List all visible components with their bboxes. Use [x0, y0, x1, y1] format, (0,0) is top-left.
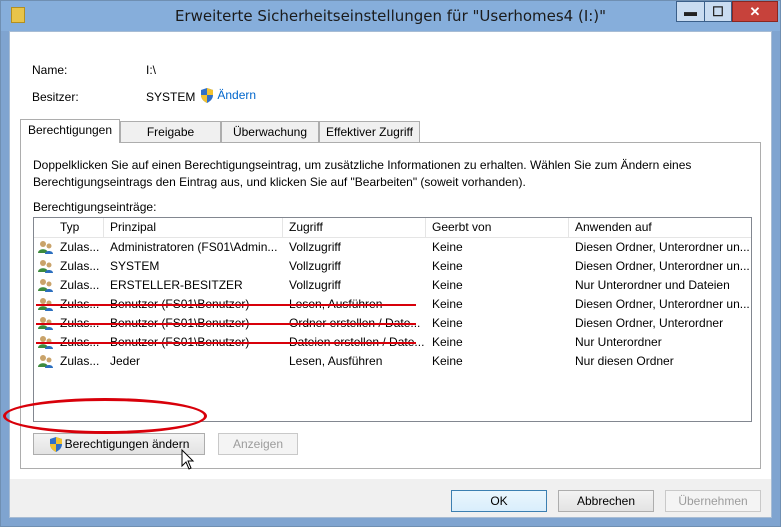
column-header-principal[interactable]: Prinzipal — [104, 218, 283, 237]
change-owner-link-text[interactable]: Ändern — [217, 88, 256, 102]
cell-type: Zulas... — [60, 259, 100, 273]
cell-inherited: Keine — [432, 297, 463, 311]
owner-value: SYSTEM — [146, 90, 196, 104]
cell-type: Zulas... — [60, 278, 100, 292]
cell-inherited: Keine — [432, 316, 463, 330]
cell-access: Vollzugriff — [289, 278, 341, 292]
name-value: I:\ — [146, 63, 157, 77]
strikethrough-line — [36, 342, 416, 344]
change-permissions-button[interactable]: Berechtigungen ändern — [33, 433, 205, 455]
cell-inherited: Keine — [432, 278, 463, 292]
ok-button[interactable]: OK — [451, 490, 547, 512]
table-row[interactable]: Zulas... Administratoren (FS01\Admin... Vo… — [34, 238, 751, 257]
dialog-client-area: Name: I:\ Besitzer: SYSTEM Ändern Berech… — [9, 31, 772, 518]
permissions-tab-page: Doppelklicken Sie auf einen Berechtigung… — [20, 142, 761, 469]
column-header-access[interactable]: Zugriff — [283, 218, 426, 237]
owner-label: Besitzer: — [32, 90, 79, 104]
cell-inherited: Keine — [432, 240, 463, 254]
cell-applies: Diesen Ordner, Unterordner un... — [575, 259, 750, 273]
table-row[interactable]: Zulas...Benutzer (FS01\Benutzer)Ordner e… — [34, 314, 751, 333]
cell-principal: Administratoren (FS01\Admin... — [110, 240, 278, 254]
cell-applies: Nur diesen Ordner — [575, 354, 674, 368]
strikethrough-line — [36, 304, 416, 306]
cell-inherited: Keine — [432, 259, 463, 273]
cell-principal: ERSTELLER-BESITZER — [110, 278, 243, 292]
table-row[interactable]: Zulas... ERSTELLER-BESITZER Vollzugriff Kei… — [34, 276, 751, 295]
uac-shield-icon — [201, 88, 213, 104]
cell-applies: Diesen Ordner, Unterordner — [575, 316, 724, 330]
column-header-applies-to[interactable]: Anwenden auf — [569, 218, 751, 237]
cell-inherited: Keine — [432, 335, 463, 349]
title-bar[interactable]: Erweiterte Sicherheitseinstellungen für … — [1, 1, 780, 31]
user-group-icon — [38, 355, 53, 368]
cell-principal: SYSTEM — [110, 259, 160, 273]
table-row[interactable]: Zulas... SYSTEM Vollzugriff Keine Diesen Ord… — [34, 257, 751, 276]
cell-access: Lesen, Ausführen — [289, 354, 383, 368]
table-row[interactable]: Zulas...Benutzer (FS01\Benutzer)Dateien … — [34, 333, 751, 352]
cell-principal: Jeder — [110, 354, 141, 368]
table-row[interactable]: Zulas...Benutzer (FS01\Benutzer)Lesen, A… — [34, 295, 751, 314]
user-group-icon — [38, 241, 53, 254]
user-group-icon — [38, 279, 53, 292]
permission-entries-label: Berechtigungseinträge: — [33, 200, 157, 214]
maximize-button[interactable]: ☐ — [704, 1, 732, 22]
cell-access: Vollzugriff — [289, 259, 341, 273]
minimize-button[interactable]: ▬ — [676, 1, 704, 22]
tab-effective-access[interactable]: Effektiver Zugriff — [319, 121, 420, 142]
column-header-type[interactable]: Typ — [54, 218, 104, 237]
cell-type: Zulas... — [60, 240, 100, 254]
change-permissions-label: Berechtigungen ändern — [64, 437, 190, 451]
cell-applies: Nur Unterordner und Dateien — [575, 278, 730, 292]
cell-applies: Diesen Ordner, Unterordner un... — [575, 240, 750, 254]
cell-inherited: Keine — [432, 354, 463, 368]
name-label: Name: — [32, 63, 68, 77]
cancel-button[interactable]: Abbrechen — [558, 490, 654, 512]
cell-applies: Nur Unterordner — [575, 335, 662, 349]
permissions-description: Doppelklicken Sie auf einen Berechtigung… — [33, 158, 692, 189]
close-button[interactable]: ✕ — [732, 1, 778, 22]
column-header-inherited-from[interactable]: Geerbt von — [426, 218, 569, 237]
window-title: Erweiterte Sicherheitseinstellungen für … — [174, 7, 607, 25]
view-button[interactable]: Anzeigen — [218, 433, 298, 455]
dialog-window: Erweiterte Sicherheitseinstellungen für … — [0, 0, 781, 527]
cell-type: Zulas... — [60, 354, 100, 368]
strikethrough-line — [36, 323, 416, 325]
content-panel: Name: I:\ Besitzer: SYSTEM Ändern Berech… — [10, 32, 771, 479]
mouse-cursor-icon — [181, 449, 195, 470]
apply-button[interactable]: Übernehmen — [665, 490, 761, 512]
user-group-icon — [38, 260, 53, 273]
uac-shield-icon — [49, 437, 62, 453]
tab-permissions[interactable]: Berechtigungen — [20, 119, 120, 143]
cell-applies: Diesen Ordner, Unterordner un... — [575, 297, 750, 311]
permission-entries-list[interactable]: Typ Prinzipal Zugriff Geerbt von Anwende… — [33, 217, 752, 422]
list-header: Typ Prinzipal Zugriff Geerbt von Anwende… — [34, 218, 751, 238]
tab-auditing[interactable]: Überwachung — [221, 121, 319, 142]
table-row[interactable]: Zulas... Jeder Lesen, Ausführen Keine Nur di… — [34, 352, 751, 371]
cell-access: Vollzugriff — [289, 240, 341, 254]
change-owner-link[interactable]: Ändern — [200, 88, 256, 104]
tab-sharing[interactable]: Freigabe — [120, 121, 221, 142]
